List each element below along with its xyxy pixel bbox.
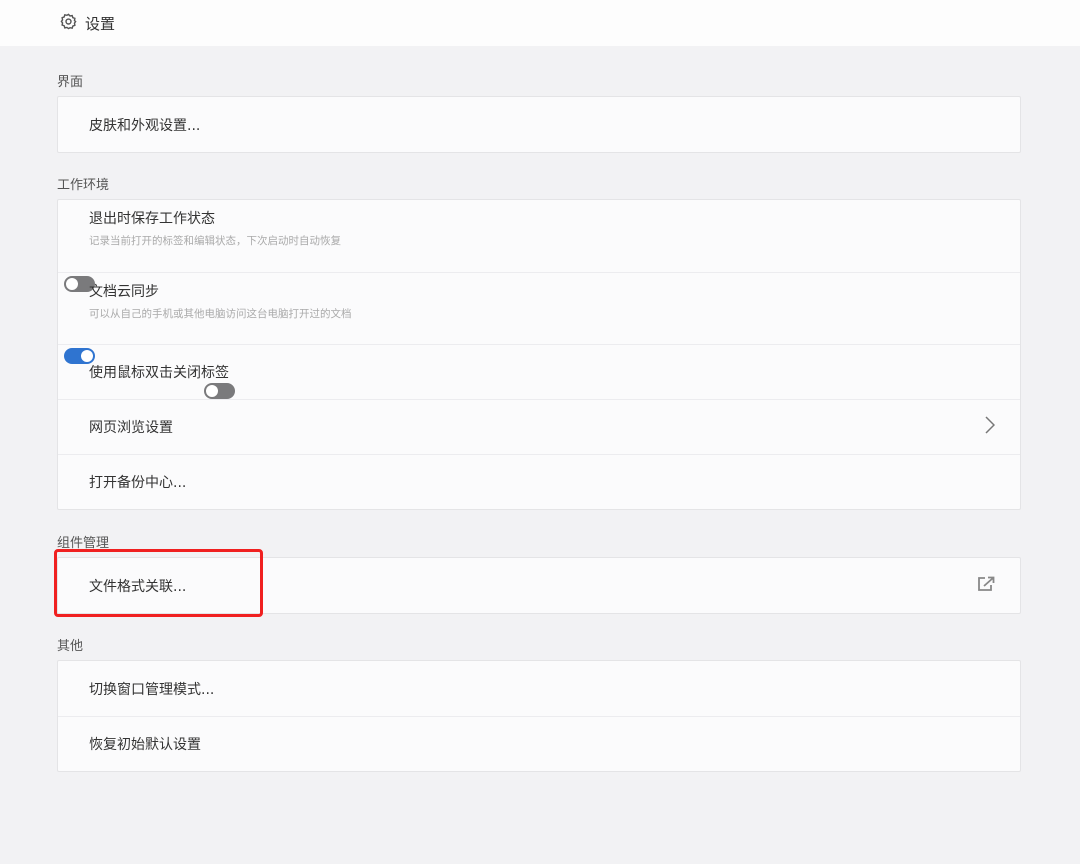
external-link-icon (977, 576, 995, 596)
item-label: 退出时保存工作状态 (89, 211, 215, 227)
card-workspace: 退出时保存工作状态 记录当前打开的标签和编辑状态，下次启动时自动恢复 文档云同步… (57, 199, 1021, 510)
web-browsing-settings-item[interactable]: 网页浏览设置 (58, 399, 1020, 454)
item-label: 恢复初始默认设置 (89, 737, 201, 753)
card-components: 文件格式关联... (57, 557, 1021, 614)
backup-center-item[interactable]: 打开备份中心... (58, 454, 1020, 509)
item-label: 皮肤和外观设置... (89, 117, 201, 134)
section-label-components: 组件管理 (57, 536, 110, 551)
double-click-close-toggle[interactable] (204, 383, 235, 399)
item-label: 打开备份中心... (89, 475, 187, 491)
chevron-right-icon (985, 416, 996, 438)
card-interface: 皮肤和外观设置... (57, 96, 1021, 153)
double-click-close-item: 使用鼠标双击关闭标签 (58, 344, 1020, 399)
file-association-item[interactable]: 文件格式关联... (58, 558, 1020, 613)
section-label-other: 其他 (57, 639, 84, 654)
item-description: 记录当前打开的标签和编辑状态，下次启动时自动恢复 (89, 235, 341, 247)
restore-defaults-item[interactable]: 恢复初始默认设置 (58, 716, 1020, 771)
section-label-interface: 界面 (57, 75, 84, 90)
gear-icon (60, 13, 77, 34)
cloud-sync-item: 文档云同步 可以从自己的手机或其他电脑访问这台电脑打开过的文档 (58, 272, 1020, 364)
item-label: 文档云同步 (89, 283, 159, 300)
item-label: 网页浏览设置 (89, 420, 173, 436)
settings-header: 设置 (0, 0, 1080, 46)
page-title: 设置 (85, 14, 116, 33)
card-other: 切换窗口管理模式... 恢复初始默认设置 (57, 660, 1021, 772)
item-label: 文件格式关联... (89, 578, 187, 595)
item-label: 使用鼠标双击关闭标签 (89, 365, 229, 381)
item-description: 可以从自己的手机或其他电脑访问这台电脑打开过的文档 (89, 307, 352, 320)
save-state-item: 退出时保存工作状态 记录当前打开的标签和编辑状态，下次启动时自动恢复 (58, 200, 1020, 292)
item-label: 切换窗口管理模式... (89, 681, 215, 698)
skin-appearance-item[interactable]: 皮肤和外观设置... (58, 97, 1020, 152)
section-label-workspace: 工作环境 (57, 178, 110, 193)
switch-window-mode-item[interactable]: 切换窗口管理模式... (58, 661, 1020, 716)
